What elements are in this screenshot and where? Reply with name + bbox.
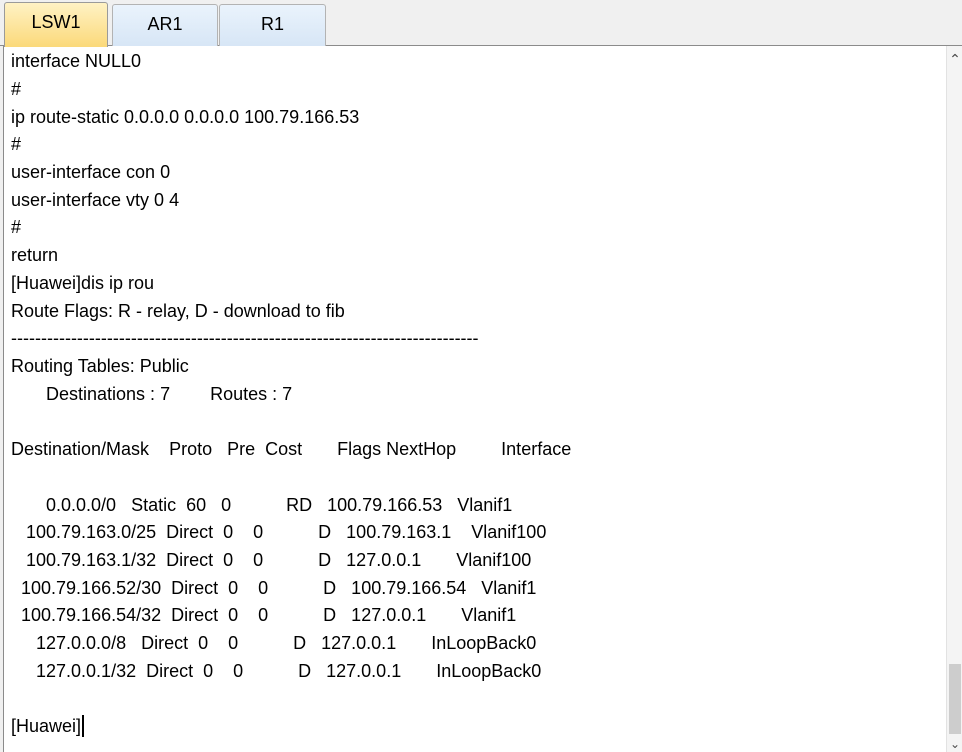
route-table-row: 100.79.163.1/32 Direct 0 0 D 127.0.0.1 V… (11, 550, 532, 570)
route-table-row: 100.79.163.0/25 Direct 0 0 D 100.79.163.… (11, 522, 547, 542)
vertical-scrollbar[interactable]: ⌃ ⌄ (946, 46, 962, 752)
route-table-header: Destination/Mask Proto Pre Cost Flags Ne… (11, 439, 572, 459)
terminal-line: Route Flags: R - relay, D - download to … (11, 301, 345, 321)
terminal-line: # (11, 79, 22, 99)
terminal-line: user-interface vty 0 4 (11, 190, 180, 210)
terminal-line: return (11, 245, 59, 265)
terminal-line: ip route-static 0.0.0.0 0.0.0.0 100.79.1… (11, 107, 360, 127)
route-table-row: 0.0.0.0/0 Static 60 0 RD 100.79.166.53 V… (11, 495, 513, 515)
tab-bar: LSW1 AR1 R1 (0, 0, 962, 47)
chevron-up-icon[interactable]: ⌃ (947, 50, 962, 68)
terminal-line: interface NULL0 (11, 51, 142, 71)
scrollbar-thumb[interactable] (949, 664, 961, 734)
tab-lsw1[interactable]: LSW1 (4, 2, 108, 47)
route-table-row: 127.0.0.0/8 Direct 0 0 D 127.0.0.1 InLoo… (11, 633, 537, 653)
terminal-line: Routing Tables: Public (11, 356, 189, 376)
route-table-row: 127.0.0.1/32 Direct 0 0 D 127.0.0.1 InLo… (11, 661, 542, 681)
terminal-line: # (11, 134, 22, 154)
terminal-separator: ----------------------------------------… (11, 328, 479, 348)
prompt-text: [Huawei] (11, 716, 82, 736)
tab-r1[interactable]: R1 (219, 4, 326, 46)
route-table-row: 100.79.166.52/30 Direct 0 0 D 100.79.166… (11, 578, 537, 598)
command-prompt[interactable]: [Huawei] (11, 715, 85, 739)
chevron-down-icon[interactable]: ⌄ (947, 736, 962, 752)
tab-ar1[interactable]: AR1 (112, 4, 218, 46)
terminal-line: [Huawei]dis ip rou (11, 273, 155, 293)
route-table-row: 100.79.166.54/32 Direct 0 0 D 127.0.0.1 … (11, 605, 517, 625)
terminal-console[interactable]: interface NULL0 # ip route-static 0.0.0.… (3, 46, 946, 752)
text-cursor (82, 715, 85, 737)
terminal-line: user-interface con 0 (11, 162, 171, 182)
terminal-line: # (11, 217, 22, 237)
terminal-line: Destinations : 7 Routes : 7 (11, 384, 293, 404)
